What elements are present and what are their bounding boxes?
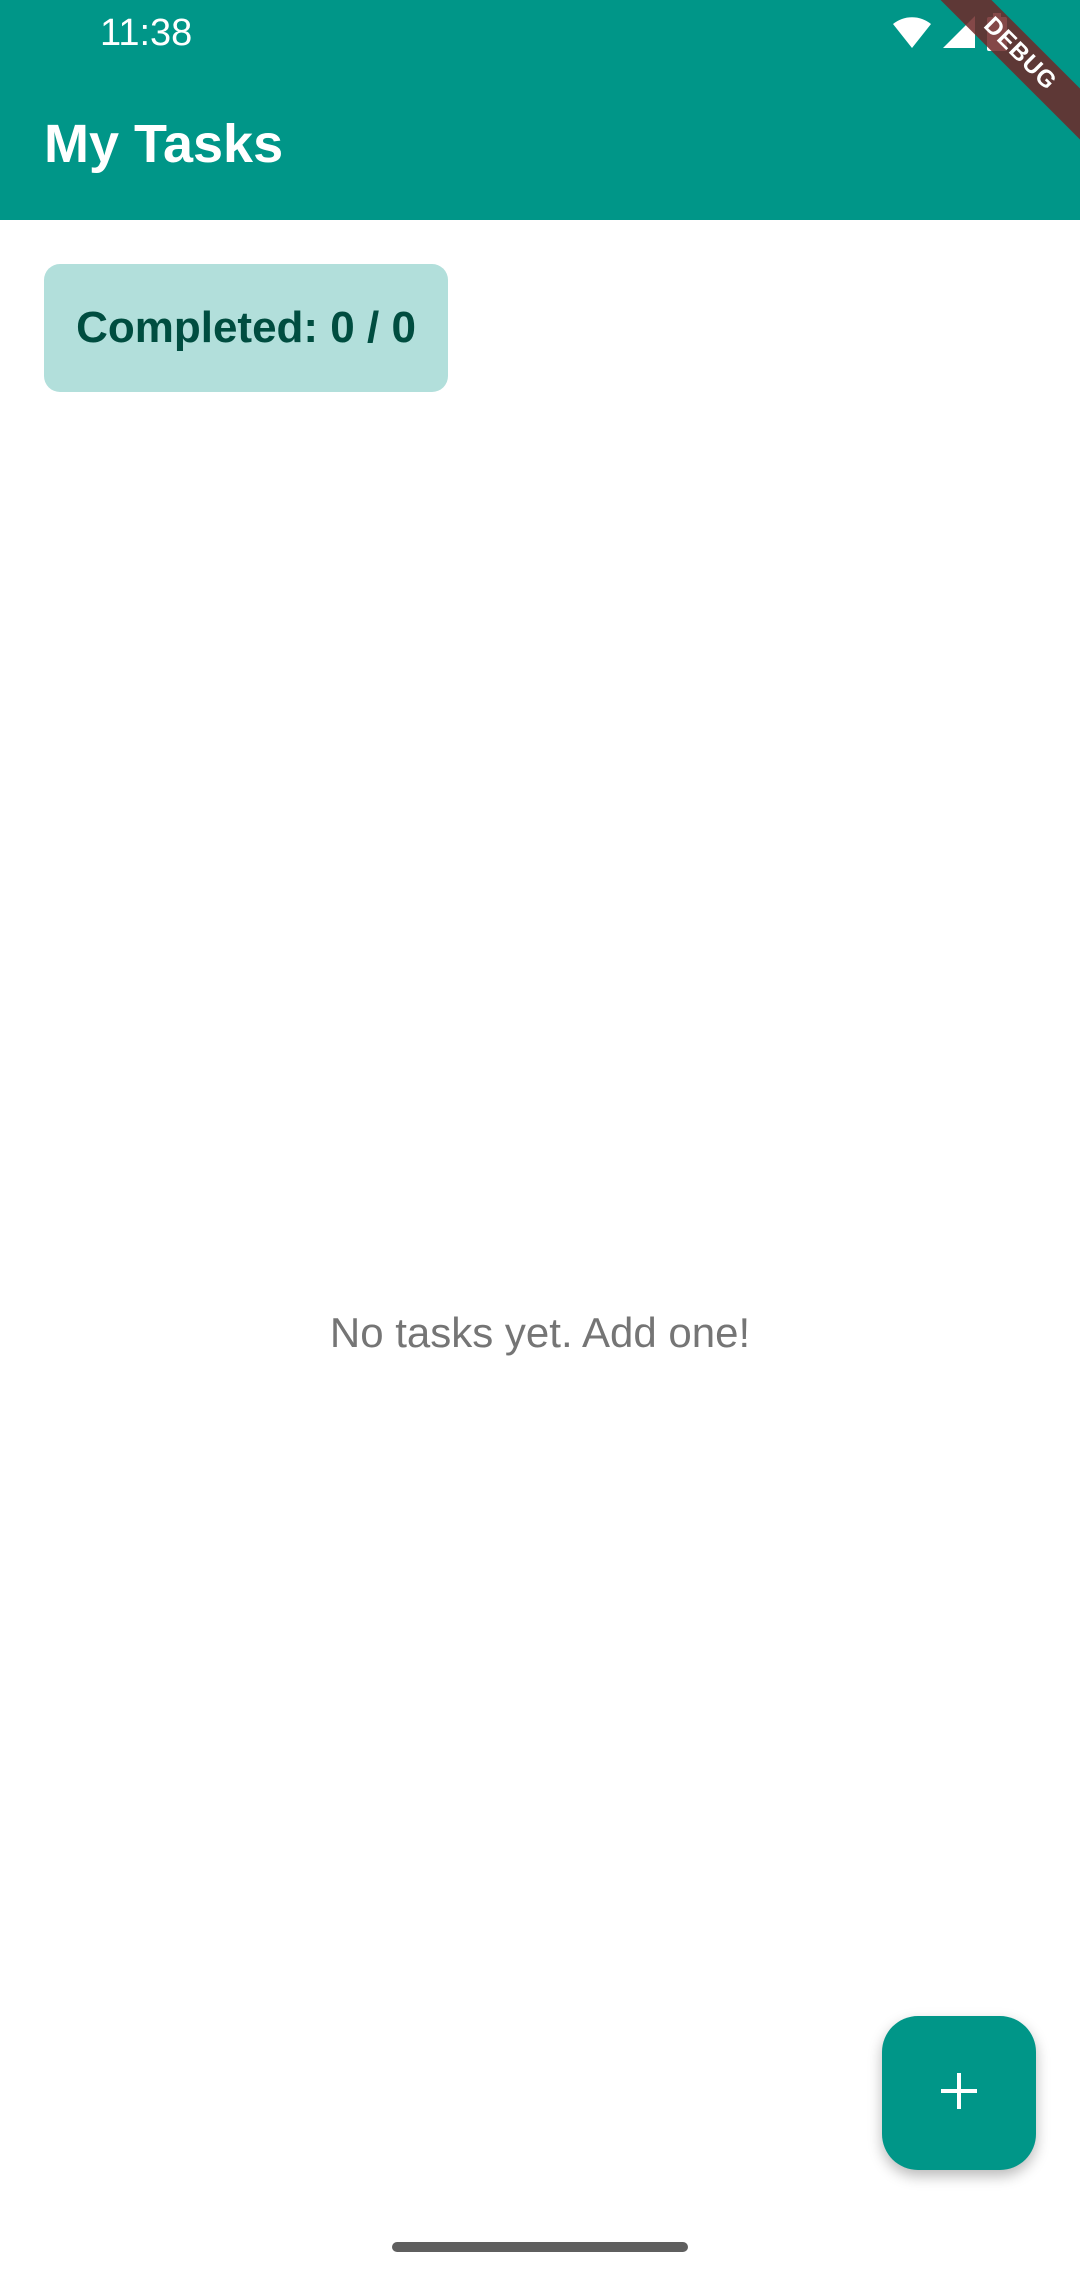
home-indicator[interactable] xyxy=(392,2242,688,2252)
completed-summary-chip: Completed: 0 / 0 xyxy=(44,264,448,392)
app-bar: 11:38 My Tasks DEBUG xyxy=(0,0,1080,220)
plus-icon xyxy=(939,2071,979,2116)
completed-count-text: Completed: 0 / 0 xyxy=(76,303,416,352)
page-title: My Tasks xyxy=(44,114,284,174)
empty-state-message: No tasks yet. Add one! xyxy=(329,1309,751,1356)
status-time: 11:38 xyxy=(100,12,193,54)
debug-label: DEBUG xyxy=(920,0,1080,159)
add-task-button[interactable] xyxy=(882,2016,1036,2170)
debug-banner: DEBUG xyxy=(920,0,1080,160)
